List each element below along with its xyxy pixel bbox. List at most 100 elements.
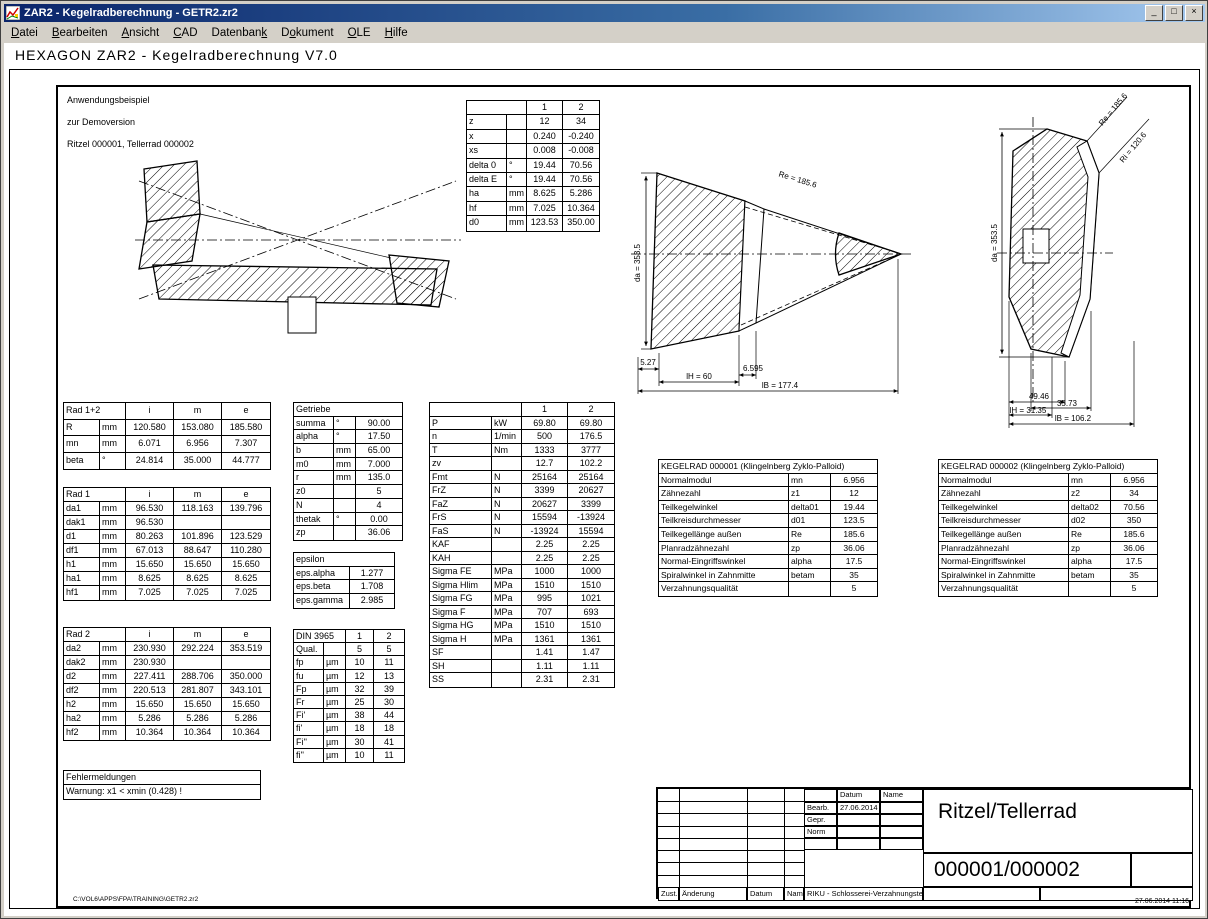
table-cell: 123.529 [222,530,270,544]
table-cell: mm [334,444,356,458]
table-cell [430,403,522,417]
table-cell: d01 [789,514,831,528]
table-cell: 500 [522,430,568,444]
table-cell: Rad 1+2 [64,403,126,420]
table-cell: 18 [374,722,404,735]
revision-grid-line [658,813,804,814]
menu-item-cad[interactable]: CAD [166,25,204,41]
table-cell: alpha [1069,555,1111,569]
note-block: Anwendungsbeispiel zur Demoversion Ritze… [67,95,194,150]
restore-button[interactable]: □ [1165,5,1183,21]
table-cell: dak2 [64,656,100,670]
table-cell: 96.530 [126,502,174,516]
table-cell [789,582,831,596]
table-cell: Rad 1 [64,488,126,502]
name-column-header: Name [880,789,923,802]
table-cell: 17.5 [831,555,877,569]
table-cell: mm [100,420,126,437]
gepr-name [880,814,923,826]
table-cell: Verzahnungsqualität [939,582,1069,596]
table-cell: d02 [1069,514,1111,528]
table-cell: eps.gamma [294,594,350,608]
table-cell: Normal-Eingriffswinkel [939,555,1069,569]
table-cell: Fehlermeldungen [64,771,260,785]
table-cell: KEGELRAD 000001 (Klingelnberg Zyklo-Pall… [659,460,877,474]
table-cell: m0 [294,458,334,472]
table-cell: 5.286 [563,187,599,201]
table-cell: ° [334,513,356,527]
table-cell: 1000 [522,565,568,579]
menu-item-datenbank[interactable]: Datenbank [205,25,275,41]
table-cell: m [174,403,222,420]
table-cell: Planradzähnezahl [659,542,789,556]
table-cell: ha2 [64,712,100,726]
table-cell: Planradzähnezahl [939,542,1069,556]
table-cell: 18 [346,722,374,735]
table-cell: mm [334,471,356,485]
table-cell: 25164 [568,471,614,485]
table-cell: 44.777 [222,453,270,470]
minimize-button[interactable]: _ [1145,5,1163,21]
table-cell: betam [1069,569,1111,583]
table-cell: betam [789,569,831,583]
table-cell: zp [789,542,831,556]
table-cell: KAH [430,552,492,566]
table-cell: 1 [346,630,374,643]
table-cell: DIN 3965 [294,630,346,643]
table-cell: 34 [563,115,599,129]
table-cell [334,485,356,499]
table-cell: 1000 [568,565,614,579]
table-cell [334,526,356,540]
menu-item-datei[interactable]: Datei [4,25,45,41]
table-cell: eps.alpha [294,567,350,581]
table-cell: 88.647 [174,544,222,558]
table-cell: Sigma FG [430,592,492,606]
table-cell: Normal-Eingriffswinkel [659,555,789,569]
note-line3: Ritzel 000001, Tellerrad 000002 [67,139,194,149]
table-cell: SH [430,660,492,674]
app-icon [6,6,20,20]
table-cell: 30 [374,696,404,709]
table-cell: µm [324,696,346,709]
table-cell: Fp [294,683,324,696]
gepr-date [837,814,880,826]
table-cell: 36.06 [1111,542,1157,556]
menu-item-hilfe[interactable]: Hilfe [378,25,415,41]
table-cell: 1.11 [522,660,568,674]
table-cell: x [467,130,507,144]
table-cell: alpha [789,555,831,569]
table-cell: 1.708 [350,580,394,594]
table-cell: 65.00 [356,444,402,458]
table-cell: Rad 2 [64,628,126,642]
note-line1: Anwendungsbeispiel [67,95,150,105]
table-cell: eps.beta [294,580,350,594]
table-cell: beta [64,453,100,470]
menu-item-bearbeiten[interactable]: Bearbeiten [45,25,115,41]
aenderung-label: Änderung [679,887,747,901]
table-getriebe: Getriebesumma°90.00alpha°17.50bmm65.00m0… [293,402,403,541]
table-cell: Sigma HG [430,619,492,633]
table-cell: MPa [492,633,522,647]
table-cell [174,516,222,530]
firma-cell: RIKU - Schlosserei-Verzahnungstechnik [804,887,923,901]
table-cell: Warnung: x1 < xmin (0.428) ! [64,785,260,799]
table-cell: delta02 [1069,501,1111,515]
table-cell: 693 [568,606,614,620]
menu-item-dokument[interactable]: Dokument [274,25,340,41]
table-cell: 1333 [522,444,568,458]
table-cell: 123.53 [527,216,563,230]
table-cell: 96.530 [126,516,174,530]
table-cell: Fr [294,696,324,709]
table-cell: kW [492,417,522,431]
table-cell: 230.930 [126,642,174,656]
table-cell [174,656,222,670]
menu-item-ole[interactable]: OLE [341,25,378,41]
menu-item-ansicht[interactable]: Ansicht [115,25,167,41]
table-cell: 20627 [522,498,568,512]
table-cell: 2 [563,101,599,115]
close-button[interactable]: × [1185,5,1203,21]
table-cell: 0.00 [356,513,402,527]
table-cell: 15.650 [126,698,174,712]
table-cell: 34 [1111,487,1157,501]
table-cell [492,660,522,674]
